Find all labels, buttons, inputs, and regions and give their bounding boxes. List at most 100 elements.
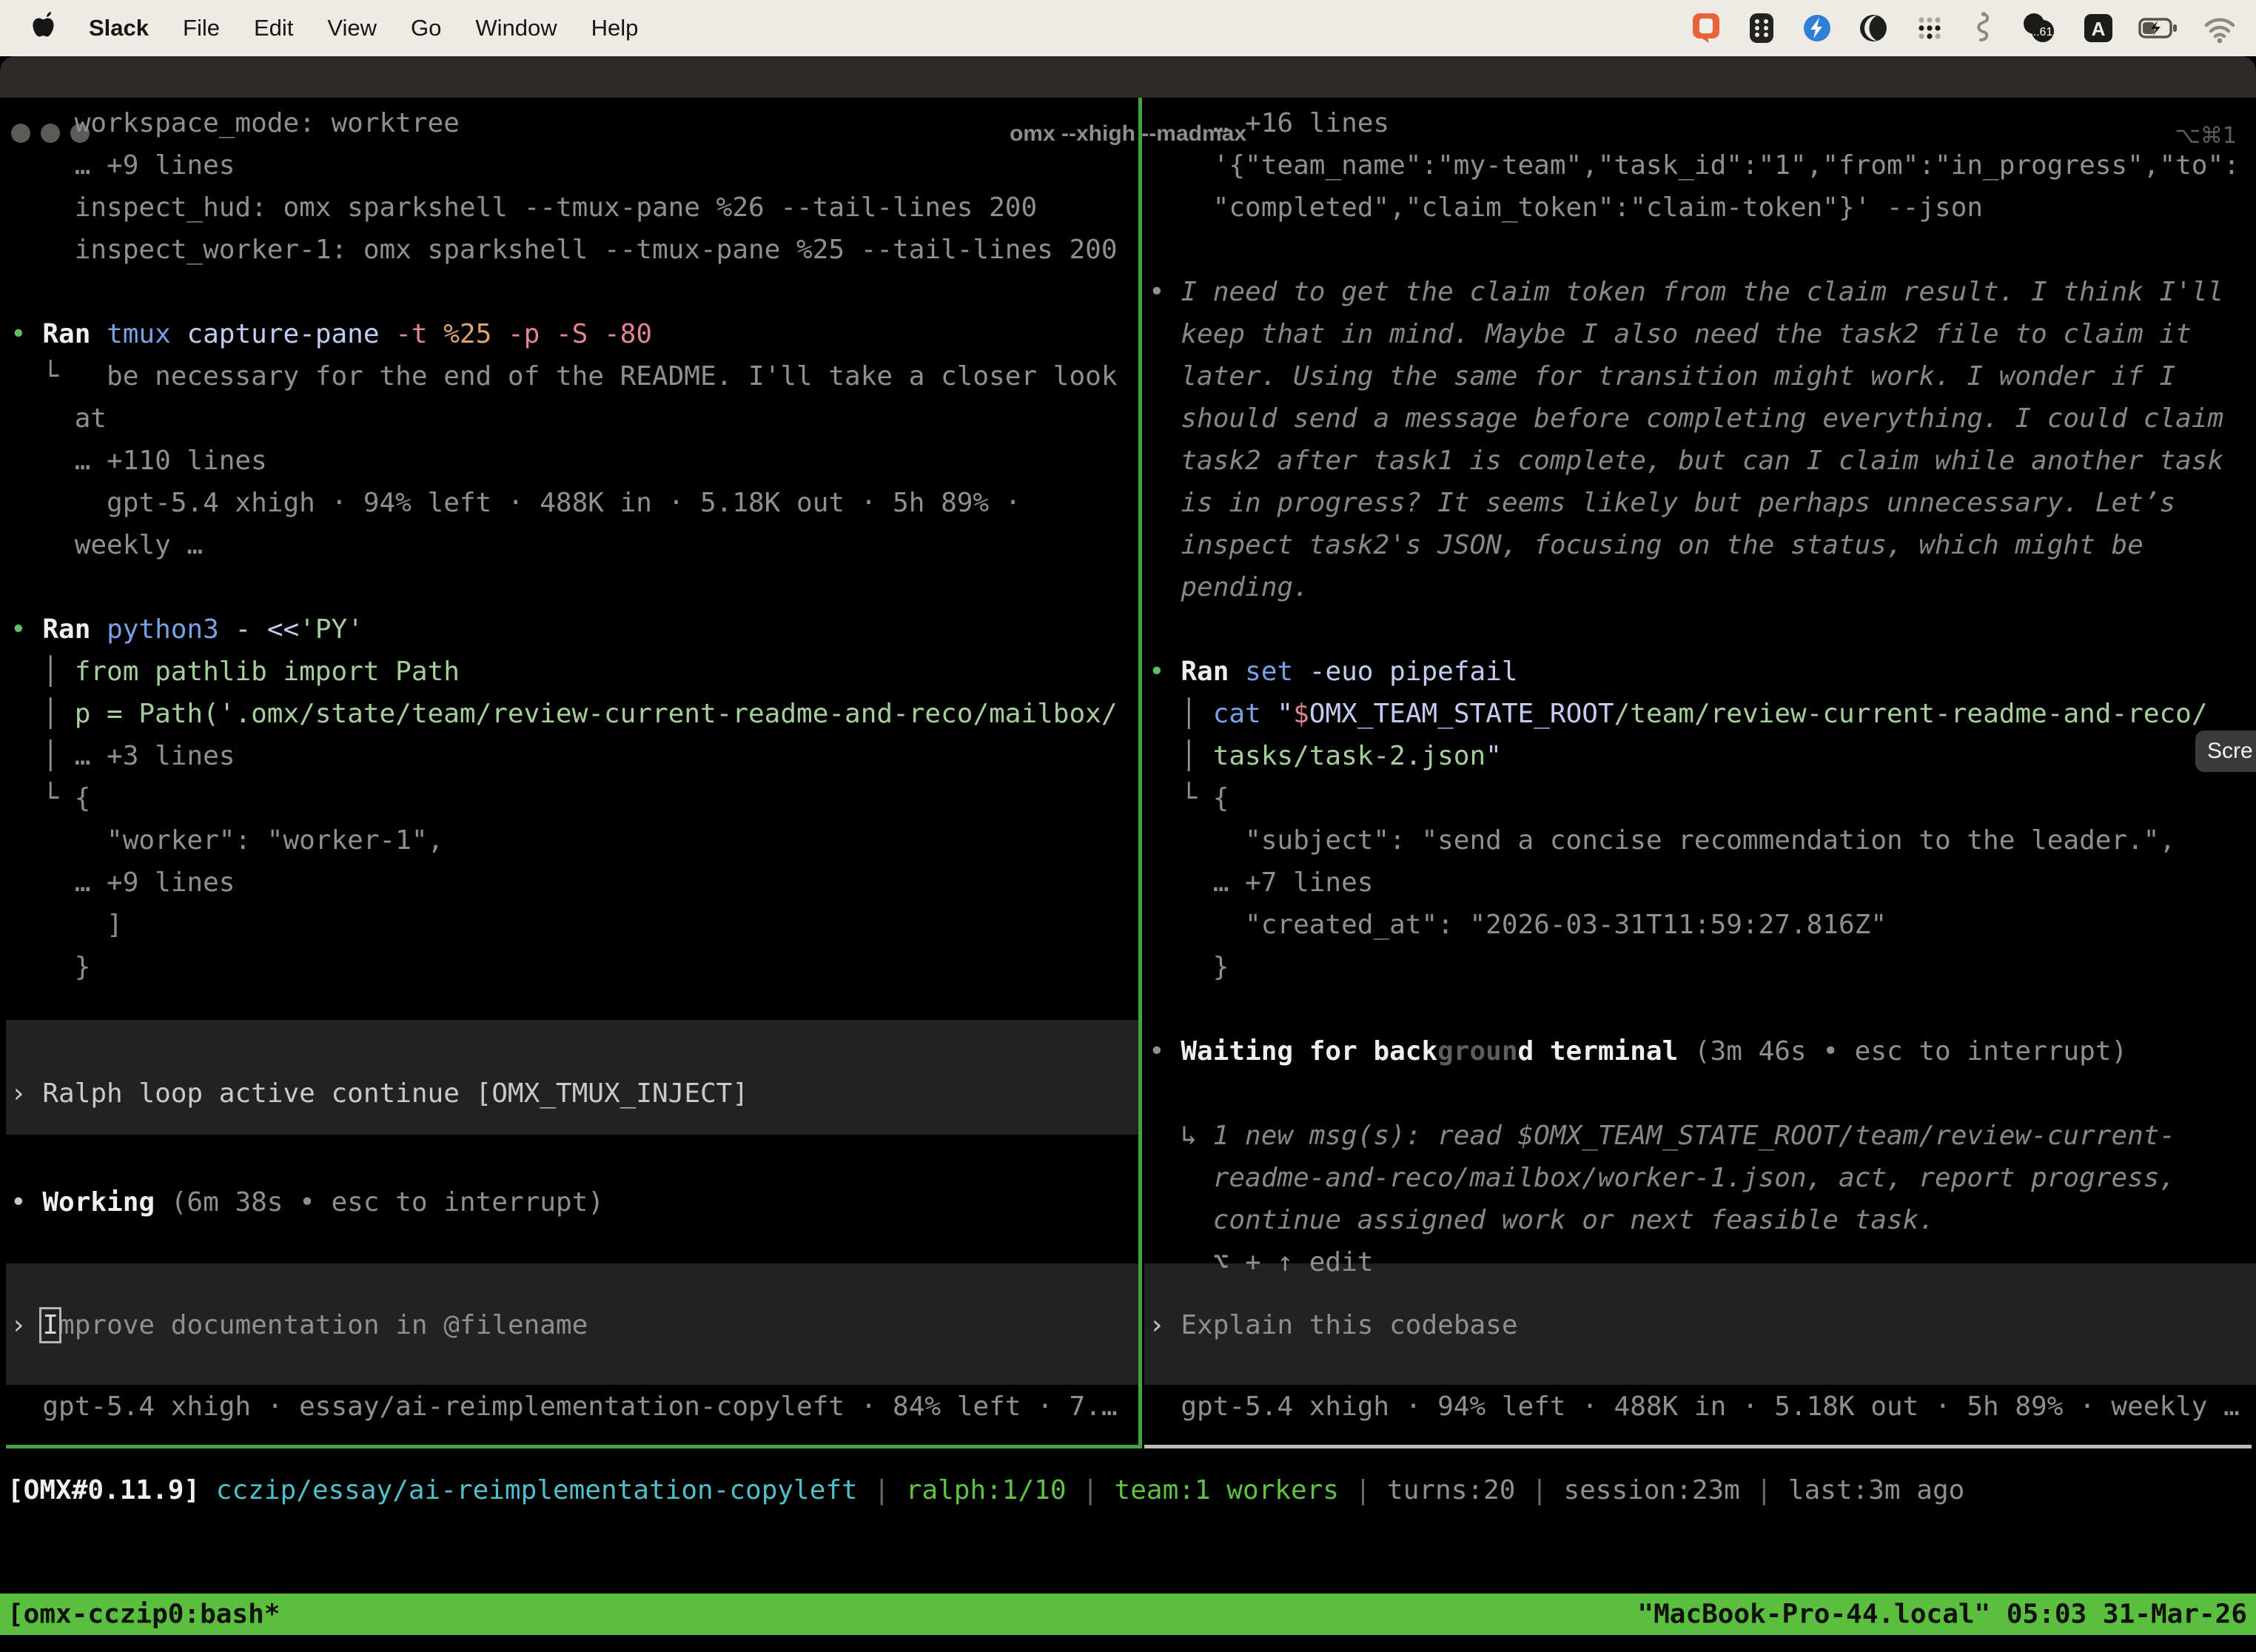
term-segment: later. Using the same for transition mig… bbox=[1181, 361, 2175, 392]
term-segment: " bbox=[1277, 699, 1293, 729]
term-segment: << bbox=[267, 614, 299, 645]
term-segment: tmux bbox=[107, 319, 187, 349]
term-segment bbox=[1149, 1205, 1213, 1235]
term-segment: " bbox=[1485, 741, 1502, 771]
term-segment: should send a message before completing … bbox=[1181, 403, 2223, 434]
bolt-circle-icon[interactable] bbox=[1800, 11, 1834, 45]
term-line-left: gpt-5.4 xhigh · 94% left · 488K in · 5.1… bbox=[10, 482, 1021, 524]
term-line-left: │ p = Path('.omx/state/team/review-curre… bbox=[10, 693, 1118, 735]
term-segment: cat bbox=[1213, 699, 1278, 729]
chat-icon[interactable] bbox=[1689, 11, 1723, 45]
term-segment: (6m 38s • esc to interrupt) bbox=[171, 1187, 604, 1218]
term-segment: OMX_TEAM_STATE_ROOT bbox=[1309, 699, 1614, 729]
term-segment: Ran bbox=[42, 614, 107, 645]
term-line-right: • I need to get the claim token from the… bbox=[1149, 271, 2223, 313]
wifi-icon[interactable] bbox=[2201, 11, 2238, 45]
term-segment: … +3 lines bbox=[75, 741, 235, 771]
term-segment: d terminal bbox=[1518, 1036, 1694, 1067]
term-segment: is in progress? It seems likely but perh… bbox=[1181, 488, 2175, 518]
term-segment: at bbox=[10, 403, 107, 434]
battery-icon[interactable] bbox=[2138, 11, 2179, 45]
term-segment: └ { bbox=[10, 783, 90, 813]
term-line-right: └ { bbox=[1149, 777, 1229, 819]
term-segment: inspect task2's JSON, focusing on the st… bbox=[1181, 530, 2143, 560]
term-segment: › bbox=[10, 1310, 42, 1340]
menu-file[interactable]: File bbox=[183, 15, 220, 41]
hook-icon[interactable] bbox=[1969, 11, 1995, 45]
svg-text:..61: ..61 bbox=[2033, 26, 2053, 38]
term-segment: readme-and-reco/mailbox/worker-1.json, a… bbox=[1213, 1163, 2175, 1193]
moon-circle-icon[interactable] bbox=[1856, 11, 1890, 45]
term-segment: Working bbox=[42, 1187, 170, 1218]
term-line-right: ⌥ + ↑ edit bbox=[1149, 1241, 1373, 1283]
term-line-right: • Ran set -euo pipefail bbox=[1149, 651, 1518, 693]
term-line-right: inspect task2's JSON, focusing on the st… bbox=[1149, 524, 2143, 566]
term-line-right: │ cat "$OMX_TEAM_STATE_ROOT/team/review-… bbox=[1149, 693, 2208, 735]
term-segment: │ bbox=[10, 699, 75, 729]
term-line-left: } bbox=[10, 946, 90, 988]
letter-a-icon[interactable]: A bbox=[2081, 11, 2115, 45]
term-segment: │ bbox=[1149, 699, 1213, 729]
term-line-left: inspect_hud: omx sparkshell --tmux-pane … bbox=[10, 187, 1037, 229]
term-segment: gpt-5.4 xhigh · 94% left · 488K in · 5.1… bbox=[10, 488, 1021, 518]
term-segment: ↳ bbox=[1149, 1121, 1213, 1151]
term-segment: ralph:1/10 bbox=[906, 1475, 1067, 1505]
term-segment: %25 bbox=[443, 319, 508, 349]
pane-divider[interactable] bbox=[1138, 98, 1142, 1448]
term-segment: weekly … bbox=[10, 530, 203, 560]
term-segment: 1 new msg(s): read $OMX_TEAM_STATE_ROOT/… bbox=[1213, 1121, 2175, 1151]
menubar-menus: Slack File Edit View Go Window Help bbox=[0, 11, 638, 45]
term-segment: • bbox=[10, 1187, 42, 1218]
dots-grid-icon[interactable] bbox=[1913, 11, 1947, 45]
term-segment bbox=[1149, 446, 1181, 476]
text-cursor: I bbox=[42, 1310, 58, 1340]
menu-go[interactable]: Go bbox=[411, 15, 441, 41]
term-segment: … +9 lines bbox=[10, 150, 235, 181]
term-segment bbox=[1149, 319, 1181, 349]
term-line-hud: [OMX#0.11.9] cczip/essay/ai-reimplementa… bbox=[7, 1469, 1964, 1511]
term-segment: workspace_mode: worktree bbox=[10, 108, 460, 138]
term-line-right: gpt-5.4 xhigh · 94% left · 488K in · 5.1… bbox=[1149, 1386, 2240, 1428]
term-segment: pending. bbox=[1181, 572, 1309, 602]
term-line-right: › Explain this codebase bbox=[1149, 1304, 1518, 1346]
term-line-right: │ tasks/task-2.json" bbox=[1149, 735, 1502, 777]
tmux-session-label: [omx-cczip0:bash* bbox=[7, 1599, 280, 1630]
menubar-app-name[interactable]: Slack bbox=[89, 15, 149, 41]
window-titlebar: omx --xhigh --madmax ⌥⌘1 bbox=[0, 56, 2256, 98]
term-line-left: … +9 lines bbox=[10, 144, 235, 187]
term-segment: /team/review-current-readme-and-reco/ bbox=[1614, 699, 2208, 729]
term-line-left: … +9 lines bbox=[10, 862, 235, 904]
term-segment: groun bbox=[1437, 1036, 1517, 1067]
term-line-right: keep that in mind. Maybe I also need the… bbox=[1149, 313, 2192, 355]
term-segment: from pathlib import Path bbox=[75, 657, 460, 687]
keyboard-icon[interactable] bbox=[1745, 11, 1778, 45]
menu-help[interactable]: Help bbox=[591, 15, 639, 41]
term-segment: ⌥ + ↑ edit bbox=[1149, 1247, 1373, 1277]
term-line-left: … +110 lines bbox=[10, 440, 267, 482]
term-segment: (3m 46s • esc to interrupt) bbox=[1694, 1036, 2127, 1067]
term-segment: Explain this codebase bbox=[1181, 1310, 1517, 1340]
badge-61-icon[interactable]: ..61 bbox=[2018, 11, 2059, 45]
term-segment: … +110 lines bbox=[10, 446, 267, 476]
term-line-right: "completed","claim_token":"claim-token"}… bbox=[1149, 187, 1983, 229]
term-segment: • bbox=[1149, 657, 1181, 687]
term-line-right: ↳ 1 new msg(s): read $OMX_TEAM_STATE_ROO… bbox=[1149, 1115, 2175, 1157]
term-line-right: • Waiting for background terminal (3m 46… bbox=[1149, 1030, 2127, 1072]
term-line-left: ] bbox=[10, 904, 123, 946]
term-segment bbox=[200, 1475, 216, 1505]
menu-edit[interactable]: Edit bbox=[254, 15, 293, 41]
term-line-left: │ … +3 lines bbox=[10, 735, 235, 777]
term-line-right: should send a message before completing … bbox=[1149, 397, 2223, 440]
apple-menu-icon[interactable] bbox=[31, 11, 55, 45]
term-segment: │ bbox=[10, 657, 75, 687]
menu-view[interactable]: View bbox=[327, 15, 377, 41]
term-line-right: "subject": "send a concise recommendatio… bbox=[1149, 819, 2175, 862]
menu-window[interactable]: Window bbox=[475, 15, 557, 41]
term-segment: capture-pane bbox=[187, 319, 395, 349]
term-segment: tasks/task-2.json bbox=[1213, 741, 1485, 771]
term-line-right: … +16 lines bbox=[1149, 102, 1389, 144]
left-pane-bottom-border bbox=[6, 1445, 1142, 1448]
term-segment: gpt-5.4 xhigh · 94% left · 488K in · 5.1… bbox=[1149, 1391, 2240, 1422]
term-segment: cczip/essay/ai-reimplementation-copyleft bbox=[216, 1475, 858, 1505]
term-segment bbox=[1149, 530, 1181, 560]
